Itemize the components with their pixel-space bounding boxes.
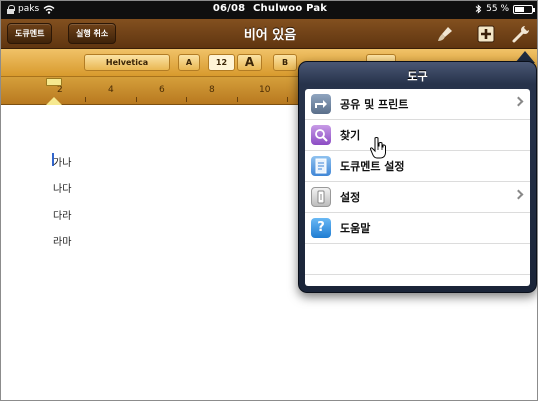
paintbrush-icon[interactable] [435,24,455,44]
battery-percent: 55 % [486,4,509,14]
font-size-decrease-button[interactable]: A [178,54,200,71]
ruler-number: 6 [159,85,165,95]
battery-icon [513,4,535,14]
document-line[interactable]: 나다 [53,180,71,195]
menu-item-label: 도움말 [340,222,371,235]
chevron-right-icon [513,96,524,107]
tools-menu: 공유 및 프린트 찾기 도큐멘트 설정 설정 ? 도움말 [305,89,530,286]
document-line[interactable]: 가나 [53,154,71,169]
document-title: 비어 있음 [243,28,297,43]
main-toolbar: 도큐멘트 실행 취소 비어 있음 [1,19,537,49]
menu-item-help[interactable]: ? 도움말 [305,213,530,244]
menu-item-label: 찾기 [340,129,361,142]
left-indent-marker[interactable] [46,97,62,105]
status-time: 06/08 [212,3,246,14]
ipad-screen: paks 06/08 Chulwoo Pak 55 % 도큐멘트 실행 취소 비… [0,0,538,401]
popover-title: 도구 [407,70,428,83]
document-setup-icon [311,156,331,176]
menu-item-document-setup[interactable]: 도큐멘트 설정 [305,151,530,182]
empty-menu-row [305,244,530,275]
ruler-tick [136,97,137,102]
tools-popover: 도구 공유 및 프린트 찾기 도큐멘트 설정 설정 ? 도움말 [298,61,537,293]
ruler-tick [237,97,238,102]
font-size-increase-button[interactable]: A [237,54,262,71]
plus-icon[interactable] [476,24,496,44]
ruler-tick [287,97,288,102]
hand-cursor-icon [369,137,386,159]
share-icon [311,94,331,114]
overlay-watermark: Chulwoo Pak [253,3,328,14]
menu-item-share-print[interactable]: 공유 및 프린트 [305,89,530,120]
document-line[interactable]: 다라 [53,207,71,222]
menu-item-label: 공유 및 프린트 [340,98,409,111]
chevron-right-icon [513,189,524,200]
menu-item-settings[interactable]: 설정 [305,182,530,213]
font-size-field[interactable]: 12 [208,54,235,71]
ruler-number: 10 [259,85,271,95]
battery-fill [515,6,524,12]
status-center: 06/08 Chulwoo Pak [1,3,537,14]
ruler-number: 4 [108,85,114,95]
menu-item-label: 도큐멘트 설정 [340,160,405,173]
help-icon: ? [311,218,331,238]
status-right: 55 % [475,4,535,14]
first-line-indent-marker[interactable] [46,78,62,86]
bold-button[interactable]: B [273,54,297,71]
font-name-button[interactable]: Helvetica [84,54,170,71]
menu-item-find[interactable]: 찾기 [305,120,530,151]
document-line[interactable]: 라마 [53,233,71,248]
wrench-icon[interactable] [511,24,531,44]
menu-item-label: 설정 [340,191,361,204]
ruler-number: 8 [209,85,215,95]
status-bar: paks 06/08 Chulwoo Pak 55 % [1,1,537,19]
ruler-tick [186,97,187,102]
search-icon [311,125,331,145]
ruler-number: 2 [57,85,63,95]
ruler-tick [85,97,86,102]
bluetooth-icon [475,4,482,14]
settings-icon [311,187,331,207]
